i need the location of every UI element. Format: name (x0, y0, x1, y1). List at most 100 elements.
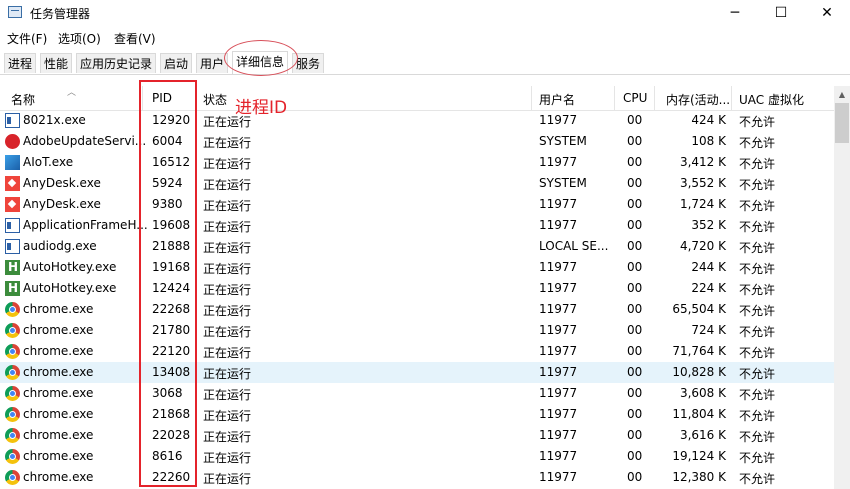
table-row[interactable]: AutoHotkey.exe19168正在运行1197700不允许244 K (0, 257, 834, 278)
process-memory: 65,504 K (672, 302, 726, 316)
process-uac: 不允许 (739, 409, 776, 423)
table-row[interactable]: AnyDesk.exe 5924 正在运行 SYSTEM 00 不允许 3,552 K (0, 173, 834, 194)
table-row[interactable]: AIoT.exe 16512 正在运行 11977 00 不允许 3,412 K (0, 152, 834, 173)
table-row[interactable]: ApplicationFrameH... 19608 正在运行 11977 00 不允许 3… (0, 215, 834, 236)
vertical-scrollbar[interactable]: ▲ (834, 86, 850, 489)
process-uac: 不允许 (739, 346, 776, 360)
table-row[interactable]: chrome.exe 22268 正在运行 11977 00 不允许 65,504 K (0, 299, 834, 320)
process-username: 11977 (539, 365, 578, 379)
tab-processes[interactable]: 进程 (4, 53, 36, 73)
process-cpu: 00 (627, 323, 643, 337)
process-cpu: 00 (627, 176, 643, 190)
process-uac: 不允许 (739, 262, 776, 276)
process-memory: 4,720 K (679, 239, 726, 253)
process-status: 正在运行 (203, 220, 252, 234)
table-row[interactable]: chrome.exe 8616 正在运行 11977 00 不允许 19,124 K (0, 446, 834, 467)
window-title: 任务管理器 (30, 7, 91, 21)
process-name: chrome.exe (23, 323, 94, 337)
pid-annotation: 进程ID (235, 98, 288, 118)
process-uac: 不允许 (739, 241, 776, 255)
table-row[interactable]: chrome.exe 3068 正在运行 11977 00 不允许 3,608 K (0, 383, 834, 404)
table-row[interactable]: chrome.exe 22260 正在运行 11977 00 不允许 12,380 K (0, 467, 834, 488)
process-username: 11977 (539, 218, 578, 232)
process-uac: 不允许 (739, 388, 776, 402)
process-uac: 不允许 (739, 199, 776, 213)
process-memory: 3,608 K (679, 386, 726, 400)
process-table: ︿ 名称 PID 状态 用户名 CPU 内存(活动... UAC 虚拟化 802… (0, 86, 834, 489)
scroll-thumb[interactable] (835, 103, 849, 143)
column-username[interactable]: 用户名 (539, 91, 575, 108)
process-status: 正在运行 (203, 451, 252, 465)
process-status: 正在运行 (203, 388, 252, 402)
table-row[interactable]: AnyDesk.exe 9380 正在运行 11977 00 不允许 1,724 K (0, 194, 834, 215)
close-button[interactable]: ✕ (804, 0, 850, 26)
process-name: AutoHotkey.exe (23, 260, 117, 274)
process-username: 11977 (539, 281, 578, 295)
process-cpu: 00 (627, 365, 643, 379)
process-memory: 11,804 K (672, 407, 726, 421)
menu-file[interactable]: 文件(F) (7, 30, 47, 47)
process-cpu: 00 (627, 218, 643, 232)
process-name: chrome.exe (23, 470, 94, 484)
column-name[interactable]: 名称 (11, 91, 35, 108)
column-memory[interactable]: 内存(活动... (666, 91, 730, 108)
table-row[interactable]: chrome.exe 13408 正在运行 11977 00 不允许 10,828 K (0, 362, 834, 383)
process-username: 11977 (539, 323, 578, 337)
process-cpu: 00 (627, 428, 643, 442)
process-status: 正在运行 (203, 409, 252, 423)
process-username: 11977 (539, 428, 578, 442)
process-status: 正在运行 (203, 472, 252, 486)
scroll-up-arrow-icon[interactable]: ▲ (834, 86, 850, 103)
pid-column-highlight (139, 80, 197, 487)
column-uac[interactable]: UAC 虚拟化 (739, 91, 804, 108)
table-row[interactable]: 8021x.exe 12920 正在运行 11977 00 不允许 424 K (0, 110, 834, 131)
column-status[interactable]: 状态 (203, 91, 227, 108)
table-row[interactable]: chrome.exe 22120 正在运行 11977 00 不允许 71,764 K (0, 341, 834, 362)
process-memory: 10,828 K (672, 365, 726, 379)
table-row[interactable]: chrome.exe 22028 正在运行 11977 00 不允许 3,616 K (0, 425, 834, 446)
chrome-icon (5, 407, 20, 422)
process-name: chrome.exe (23, 407, 94, 421)
table-row[interactable]: chrome.exe 21780 正在运行 11977 00 不允许 724 K (0, 320, 834, 341)
maximize-button[interactable]: ☐ (758, 0, 804, 26)
tab-startup[interactable]: 启动 (160, 53, 192, 73)
column-cpu[interactable]: CPU (623, 91, 647, 105)
process-uac: 不允许 (739, 325, 776, 339)
table-row[interactable]: audiodg.exe 21888 正在运行 LOCAL SE... 00 不允许 4,72… (0, 236, 834, 257)
process-uac: 不允许 (739, 367, 776, 381)
process-memory: 224 K (691, 281, 726, 295)
autohotkey-icon (5, 281, 20, 296)
process-name: chrome.exe (23, 386, 94, 400)
process-memory: 3,412 K (679, 155, 726, 169)
process-memory: 244 K (691, 260, 726, 274)
minimize-button[interactable]: ─ (712, 0, 758, 26)
process-cpu: 00 (627, 449, 643, 463)
process-name: AdobeUpdateServi... (23, 134, 147, 148)
menu-view[interactable]: 查看(V) (114, 30, 156, 47)
table-row[interactable]: AutoHotkey.exe12424正在运行1197700不允许224 K (0, 278, 834, 299)
process-name: AnyDesk.exe (23, 176, 101, 190)
tab-bar: 进程 性能 应用历史记录 启动 用户 详细信息 服务 (0, 50, 850, 75)
chrome-icon (5, 365, 20, 380)
tab-performance[interactable]: 性能 (40, 53, 72, 73)
process-uac: 不允许 (739, 283, 776, 297)
process-cpu: 00 (627, 470, 643, 484)
tab-app-history[interactable]: 应用历史记录 (76, 53, 156, 73)
process-cpu: 00 (627, 407, 643, 421)
table-row[interactable]: chrome.exe 21868 正在运行 11977 00 不允许 11,804 K (0, 404, 834, 425)
process-status: 正在运行 (203, 325, 252, 339)
process-name: ApplicationFrameH... (23, 218, 148, 232)
process-username: SYSTEM (539, 176, 587, 190)
process-cpu: 00 (627, 113, 643, 127)
process-status: 正在运行 (203, 178, 252, 192)
sort-ascending-icon: ︿ (67, 88, 77, 98)
process-name: AutoHotkey.exe (23, 281, 117, 295)
table-row[interactable]: AdobeUpdateServi... 6004 正在运行 SYSTEM 00 不允许 10… (0, 131, 834, 152)
process-cpu: 00 (627, 197, 643, 211)
menu-options[interactable]: 选项(O) (58, 30, 101, 47)
process-status: 正在运行 (203, 199, 252, 213)
process-status: 正在运行 (203, 262, 252, 276)
process-status: 正在运行 (203, 367, 252, 381)
process-name: chrome.exe (23, 302, 94, 316)
chrome-icon (5, 344, 20, 359)
